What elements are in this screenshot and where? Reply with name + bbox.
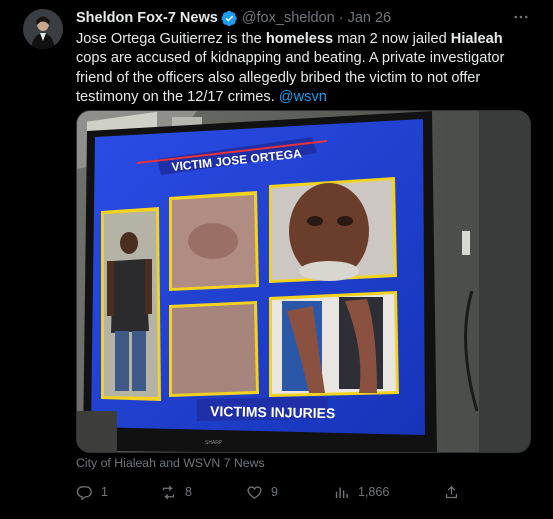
avatar-image bbox=[23, 9, 63, 49]
header-separator: · bbox=[338, 10, 344, 26]
repost-count: 8 bbox=[185, 484, 192, 499]
avatar[interactable] bbox=[23, 9, 63, 49]
heart-icon bbox=[247, 485, 262, 499]
share-button[interactable] bbox=[443, 482, 468, 502]
like-button[interactable]: 9 bbox=[246, 482, 278, 502]
tweet-header: Sheldon Fox-7 News @fox_sheldon · Jan 26 bbox=[76, 9, 391, 27]
media-banner-bottom: VICTIMS INJURIES bbox=[210, 403, 336, 421]
text-part: man 2 now jailed bbox=[333, 31, 451, 47]
view-count: 1,866 bbox=[358, 484, 390, 499]
reply-icon bbox=[76, 485, 92, 500]
tweet-text: Jose Ortega Guitierrez is the homeless m… bbox=[76, 30, 536, 107]
author-name[interactable]: Sheldon Fox-7 News bbox=[76, 10, 218, 26]
text-part: Jose Ortega Guitierrez is the bbox=[76, 31, 266, 47]
repost-button[interactable]: 8 bbox=[160, 482, 192, 502]
reply-button[interactable]: 1 bbox=[76, 482, 108, 502]
tweet[interactable]: Sheldon Fox-7 News @fox_sheldon · Jan 26… bbox=[0, 0, 553, 519]
reply-count: 1 bbox=[101, 484, 108, 499]
media-photo: VICTIM JOSE ORTEGA VICTIMS INJURIES SHAR… bbox=[77, 111, 530, 452]
mention-link[interactable]: @wsvn bbox=[279, 89, 327, 105]
tweet-date[interactable]: Jan 26 bbox=[348, 10, 392, 26]
author-handle[interactable]: @fox_sheldon bbox=[242, 10, 335, 26]
like-count: 9 bbox=[271, 484, 278, 499]
views-button[interactable]: 1,866 bbox=[333, 482, 389, 502]
tweet-media[interactable]: VICTIM JOSE ORTEGA VICTIMS INJURIES SHAR… bbox=[76, 110, 531, 453]
share-icon bbox=[445, 485, 458, 498]
verified-badge-icon[interactable] bbox=[221, 10, 238, 27]
text-bold-hialeah: Hialeah bbox=[450, 31, 503, 47]
more-options-icon[interactable] bbox=[512, 8, 530, 26]
text-bold-homeless: homeless bbox=[265, 31, 334, 47]
action-bar: 1 8 9 1,866 bbox=[76, 482, 496, 502]
tv-brand-label: SHARP bbox=[205, 440, 223, 446]
media-credit: City of Hialeah and WSVN 7 News bbox=[76, 456, 265, 470]
views-chart-icon bbox=[335, 487, 348, 498]
repost-icon bbox=[162, 485, 175, 499]
